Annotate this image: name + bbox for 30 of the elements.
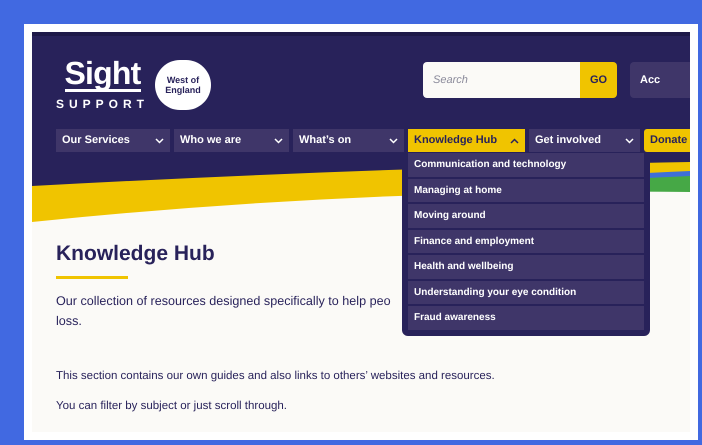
nav-menu-item[interactable]: Knowledge Hub — [408, 129, 525, 152]
heading-underline — [56, 276, 128, 279]
body-text: You can filter by subject or just scroll through. — [56, 399, 287, 414]
dropdown-item[interactable]: Managing at home — [408, 178, 644, 202]
intro-text: Our collection of resources designed specifically to help peo — [56, 293, 391, 310]
dropdown-item[interactable]: Finance and employment — [408, 230, 644, 253]
chevron-up-icon — [510, 138, 519, 144]
donate-button[interactable]: Donate — [644, 129, 690, 152]
account-button[interactable]: Acc — [630, 62, 690, 98]
go-button[interactable]: GO — [580, 62, 617, 98]
search-field[interactable]: Search — [423, 62, 580, 98]
chevron-down-icon — [625, 138, 634, 144]
chevron-down-icon — [274, 138, 283, 144]
dropdown-item[interactable]: Moving around — [408, 204, 644, 228]
dropdown-item[interactable]: Health and wellbeing — [408, 255, 644, 278]
chevron-down-icon — [155, 138, 164, 144]
nav-menu-item[interactable]: Who we are — [174, 129, 289, 152]
intro-text: loss. — [56, 313, 82, 330]
nav-menu-item[interactable]: Get involved — [529, 129, 640, 152]
dropdown-item[interactable]: Fraud awareness — [408, 306, 644, 330]
nav-menu-item[interactable]: Our Services — [56, 129, 170, 152]
logo-wordmark: Sight — [64, 57, 140, 92]
dropdown-item[interactable]: Understanding your eye condition — [408, 280, 644, 304]
page-heading: Knowledge Hub — [56, 241, 215, 267]
nav-menu-item[interactable]: What’s on — [293, 129, 404, 152]
logo-subtitle: SUPPORT — [56, 96, 150, 113]
chevron-down-icon — [389, 138, 398, 144]
logo-badge: West of England — [155, 60, 212, 110]
body-text: This section contains our own guides and also links to others’ websites and resources. — [56, 369, 495, 384]
dropdown-item[interactable]: Communication and technology — [408, 153, 644, 176]
